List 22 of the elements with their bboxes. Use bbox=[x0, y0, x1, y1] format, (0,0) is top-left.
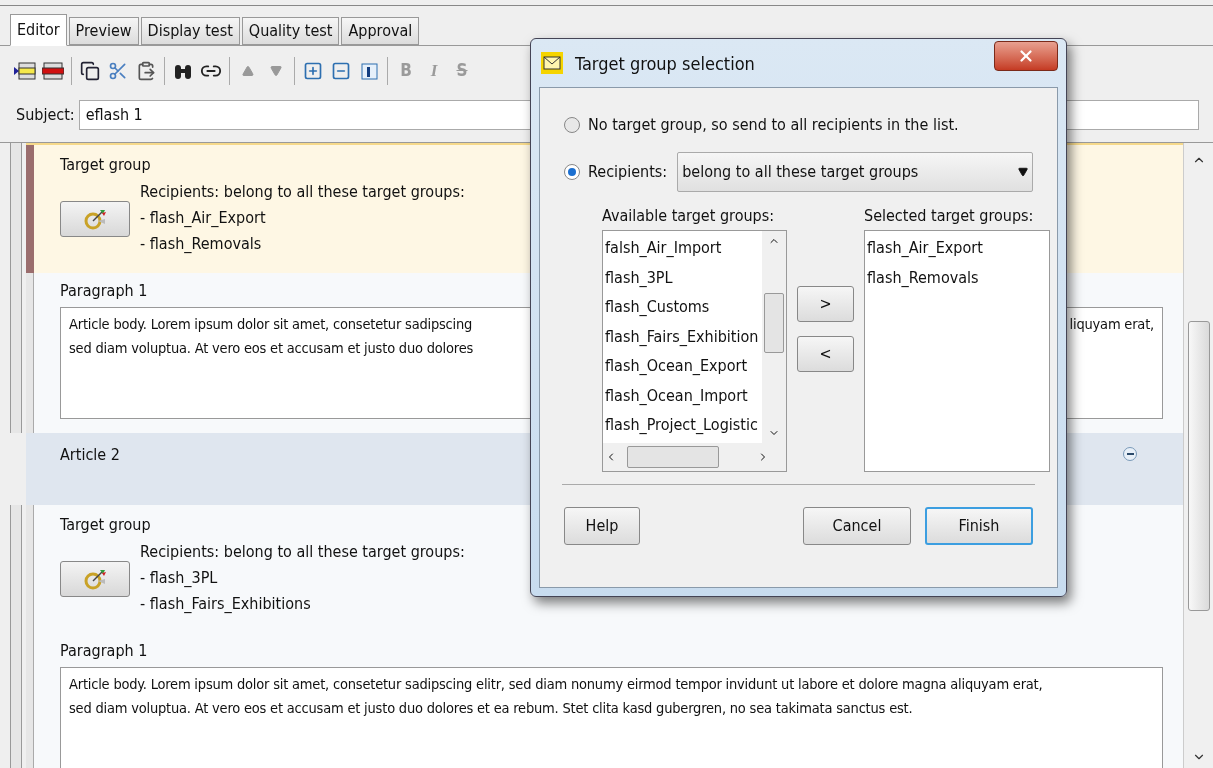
list-label: Available target groups: bbox=[602, 205, 776, 227]
radio-label: No target group, so send to all recipients in the list. bbox=[588, 114, 959, 136]
paragraph-line: Article body. Lorem ipsum dolor sit amet, consetetur sadipscing bbox=[69, 315, 474, 334]
paragraph-line: Article body. Lorem ipsum dolor sit amet, consetetur sadipscing elitr, sed diam nonumy eirmod tempor invidunt ut labore et dolore magna aliquyam erat, bbox=[69, 675, 1043, 694]
section-label: Target group bbox=[60, 514, 151, 536]
paragraph-fragment: liquyam erat, bbox=[1069, 315, 1154, 334]
group-entry: - flash_Fairs_Exhibitions bbox=[140, 593, 312, 615]
group-entry: - flash_Removals bbox=[140, 233, 263, 255]
group-entry: - flash_3PL bbox=[140, 567, 219, 589]
recipients-summary: Recipients: belong to all these target groups: bbox=[140, 181, 465, 203]
subject-label: Subject: bbox=[16, 104, 75, 126]
section-label: Target group bbox=[60, 154, 151, 176]
group-entry: - flash_Air_Export bbox=[140, 207, 267, 229]
section-label: Paragraph 1 bbox=[60, 280, 148, 302]
radio-label: Recipients: bbox=[588, 161, 668, 183]
paragraph-line: sed diam voluptua. At vero eos et accusam et justo duo dolores bbox=[69, 339, 474, 358]
article-title: Article 2 bbox=[60, 444, 120, 466]
recipients-summary: Recipients: belong to all these target groups: bbox=[140, 541, 465, 563]
section-label: Paragraph 1 bbox=[60, 640, 148, 662]
paragraph-line: sed diam voluptua. At vero eos et accusam et justo duo dolores et ea rebum. Stet clita kasd gubergren, no sea takimata sanctus est. bbox=[69, 699, 914, 718]
dialog-title: Target group selection bbox=[575, 51, 755, 76]
list-label: Selected target groups: bbox=[864, 205, 1035, 227]
